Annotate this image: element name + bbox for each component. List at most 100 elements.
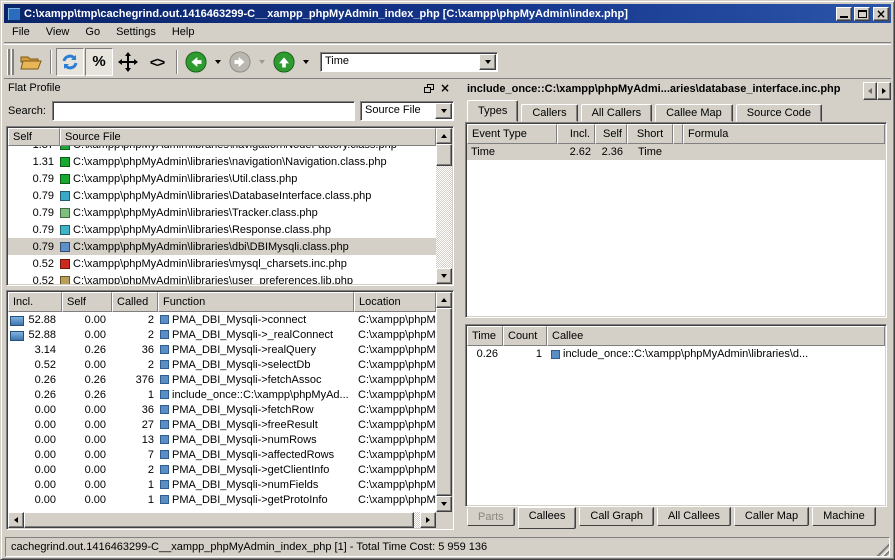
tab-source-code[interactable]: Source Code bbox=[736, 104, 822, 122]
function-row[interactable]: 0.520.002PMA_DBI_Mysqli->selectDbC:\xamp… bbox=[8, 357, 436, 372]
function-icon bbox=[160, 390, 169, 399]
tab-scroll-right-button[interactable] bbox=[877, 82, 891, 100]
relative-percent-button[interactable]: % bbox=[85, 48, 113, 76]
event-type-combobox[interactable]: Time bbox=[320, 52, 498, 72]
file-row[interactable]: 0.79C:\xampp\phpMyAdmin\libraries\Util.c… bbox=[8, 170, 436, 187]
column-header-time[interactable]: Time bbox=[467, 326, 503, 346]
cycle-detection-button[interactable] bbox=[114, 48, 142, 76]
file-row[interactable]: 1.37C:\xampp\phpMyAdmin\libraries\naviga… bbox=[8, 146, 436, 153]
menu-item-go[interactable]: Go bbox=[77, 23, 108, 42]
column-header-location[interactable]: Location bbox=[354, 292, 436, 312]
toolbar-separator bbox=[50, 50, 52, 74]
scroll-right-button[interactable] bbox=[420, 512, 436, 528]
dock-header[interactable]: Flat Profile × bbox=[4, 80, 456, 96]
back-button[interactable] bbox=[182, 48, 210, 76]
dock-close-button[interactable]: × bbox=[438, 82, 452, 95]
triangle-up-icon bbox=[441, 298, 447, 302]
column-header-self[interactable]: Self bbox=[62, 292, 112, 312]
function-row[interactable]: 0.000.002PMA_DBI_Mysqli->getClientInfoC:… bbox=[8, 462, 436, 477]
tab-callers[interactable]: Callers bbox=[521, 104, 577, 122]
column-header-self[interactable]: Self bbox=[595, 124, 627, 144]
scroll-up-button[interactable] bbox=[436, 292, 452, 308]
column-header-function[interactable]: Function bbox=[158, 292, 354, 312]
event-type-row[interactable]: Time2.622.36Time bbox=[467, 144, 885, 160]
file-row[interactable]: 0.52C:\xampp\phpMyAdmin\libraries\mysql_… bbox=[8, 255, 436, 272]
horizontal-scrollbar[interactable] bbox=[8, 512, 436, 528]
group-by-combobox[interactable]: Source File bbox=[360, 101, 454, 121]
bottom-tab-callees[interactable]: Callees bbox=[518, 507, 577, 529]
maximize-button[interactable] bbox=[854, 7, 870, 21]
reload-button[interactable] bbox=[56, 48, 84, 76]
forward-dropdown-button[interactable] bbox=[255, 48, 268, 76]
bottom-tab-call-graph[interactable]: Call Graph bbox=[579, 507, 654, 526]
tab-all-callers[interactable]: All Callers bbox=[581, 104, 653, 122]
scrollbar-thumb[interactable] bbox=[436, 144, 452, 166]
dock-float-button[interactable] bbox=[422, 82, 436, 95]
column-header-self[interactable]: Self bbox=[8, 128, 60, 146]
search-input[interactable] bbox=[52, 101, 355, 121]
function-row[interactable]: 52.880.002PMA_DBI_Mysqli->_realConnectC:… bbox=[8, 327, 436, 342]
column-header-source-file[interactable]: Source File bbox=[60, 128, 436, 146]
bottom-tab-all-callees[interactable]: All Callees bbox=[657, 507, 731, 526]
tab-scroll-left-button[interactable] bbox=[863, 82, 877, 100]
function-row[interactable]: 0.000.0036PMA_DBI_Mysqli->fetchRowC:\xam… bbox=[8, 402, 436, 417]
file-row[interactable]: 0.79C:\xampp\phpMyAdmin\libraries\Tracke… bbox=[8, 204, 436, 221]
back-dropdown-button[interactable] bbox=[211, 48, 224, 76]
scroll-down-button[interactable] bbox=[436, 268, 452, 284]
column-header-callee[interactable]: Callee bbox=[547, 326, 885, 346]
column-header-incl[interactable]: Incl. bbox=[557, 124, 595, 144]
minimize-button[interactable] bbox=[836, 7, 852, 21]
column-header-count[interactable]: Count bbox=[503, 326, 547, 346]
self-cost-cell: 0.00 bbox=[62, 359, 112, 371]
column-header-short[interactable]: Short bbox=[627, 124, 673, 144]
column-header-event-type[interactable]: Event Type bbox=[467, 124, 557, 144]
menu-item-file[interactable]: File bbox=[4, 23, 38, 42]
function-row[interactable]: 0.000.0027PMA_DBI_Mysqli->freeResultC:\x… bbox=[8, 417, 436, 432]
callee-row[interactable]: 0.261include_once::C:\xampp\phpMyAdmin\l… bbox=[467, 346, 885, 362]
function-row[interactable]: 0.000.001PMA_DBI_Mysqli->getProtoInfoC:\… bbox=[8, 492, 436, 507]
combo-dropdown-button[interactable] bbox=[435, 103, 452, 119]
shorten-templates-button[interactable]: <> bbox=[143, 48, 171, 76]
function-row[interactable]: 3.140.2636PMA_DBI_Mysqli->realQueryC:\xa… bbox=[8, 342, 436, 357]
open-file-button[interactable] bbox=[17, 48, 45, 76]
function-row[interactable]: 0.000.001PMA_DBI_Mysqli->numFieldsC:\xam… bbox=[8, 477, 436, 492]
file-row[interactable]: 0.52C:\xampp\phpMyAdmin\libraries\user_p… bbox=[8, 272, 436, 284]
function-row[interactable]: 0.000.0013PMA_DBI_Mysqli->numRowsC:\xamp… bbox=[8, 432, 436, 447]
file-row[interactable]: 0.79C:\xampp\phpMyAdmin\libraries\Databa… bbox=[8, 187, 436, 204]
scrollbar-thumb[interactable] bbox=[24, 512, 414, 528]
combo-dropdown-button[interactable] bbox=[479, 54, 496, 70]
menu-item-view[interactable]: View bbox=[38, 23, 78, 42]
vertical-splitter[interactable] bbox=[456, 80, 463, 534]
file-row[interactable]: 0.79C:\xampp\phpMyAdmin\libraries\Respon… bbox=[8, 221, 436, 238]
toolbar-handle[interactable] bbox=[7, 49, 14, 75]
scroll-up-button[interactable] bbox=[436, 128, 452, 144]
function-row[interactable]: 0.000.007PMA_DBI_Mysqli->affectedRowsC:\… bbox=[8, 447, 436, 462]
up-dropdown-button[interactable] bbox=[299, 48, 312, 76]
up-button[interactable] bbox=[270, 48, 298, 76]
selected-function-title: include_once::C:\xampp\phpMyAdmi...aries… bbox=[467, 83, 889, 99]
scroll-down-button[interactable] bbox=[436, 496, 452, 512]
tab-callee-map[interactable]: Callee Map bbox=[655, 104, 733, 122]
file-row[interactable]: 1.31C:\xampp\phpMyAdmin\libraries\naviga… bbox=[8, 153, 436, 170]
forward-button[interactable] bbox=[226, 48, 254, 76]
scrollbar-thumb[interactable] bbox=[436, 308, 452, 496]
bottom-tab-machine[interactable]: Machine bbox=[812, 507, 876, 526]
menu-item-settings[interactable]: Settings bbox=[108, 23, 164, 42]
vertical-scrollbar[interactable] bbox=[436, 292, 452, 512]
column-header-incl[interactable]: Incl. bbox=[8, 292, 62, 312]
scroll-left-button[interactable] bbox=[8, 512, 24, 528]
source-file-path: C:\xampp\phpMyAdmin\libraries\Util.class… bbox=[73, 173, 297, 185]
bottom-tab-caller-map[interactable]: Caller Map bbox=[734, 507, 809, 526]
column-header-spacer[interactable] bbox=[673, 124, 683, 144]
tab-types[interactable]: Types bbox=[467, 100, 518, 122]
title-bar[interactable]: C:\xampp\tmp\cachegrind.out.1416463299-C… bbox=[4, 4, 891, 23]
function-row[interactable]: 0.260.261include_once::C:\xampp\phpMyAd.… bbox=[8, 387, 436, 402]
close-button[interactable]: × bbox=[873, 7, 889, 21]
column-header-formula[interactable]: Formula bbox=[683, 124, 885, 144]
file-row[interactable]: 0.79C:\xampp\phpMyAdmin\libraries\dbi\DB… bbox=[8, 238, 436, 255]
function-row[interactable]: 52.880.002PMA_DBI_Mysqli->connectC:\xamp… bbox=[8, 312, 436, 327]
function-row[interactable]: 0.260.26376PMA_DBI_Mysqli->fetchAssocC:\… bbox=[8, 372, 436, 387]
menu-item-help[interactable]: Help bbox=[164, 23, 203, 42]
column-header-called[interactable]: Called bbox=[112, 292, 158, 312]
vertical-scrollbar[interactable] bbox=[436, 128, 452, 284]
